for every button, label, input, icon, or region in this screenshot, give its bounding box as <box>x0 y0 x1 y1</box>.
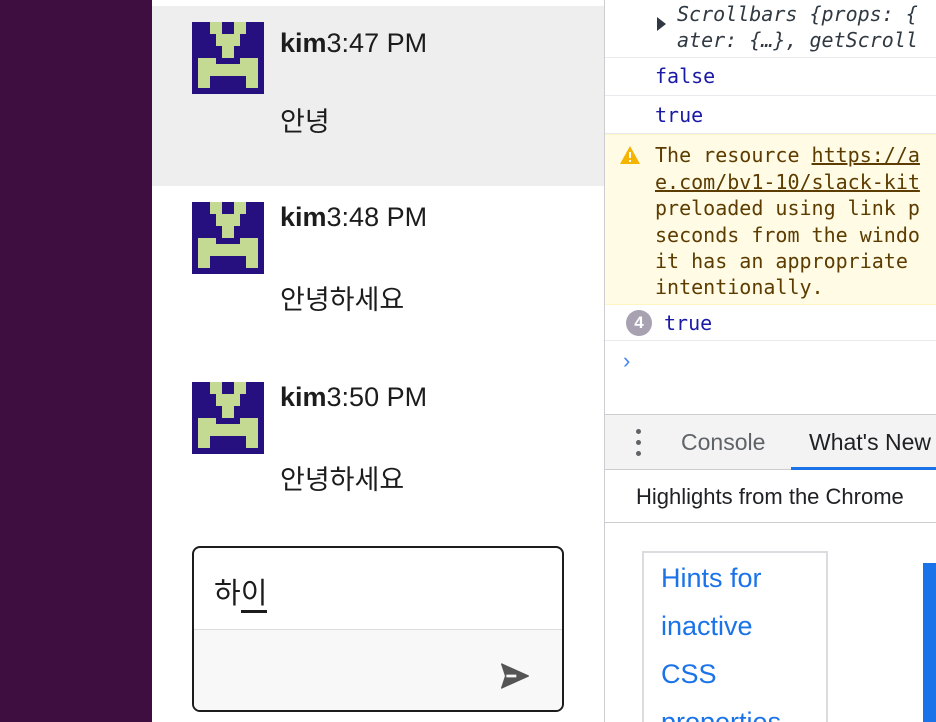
identicon-image <box>192 202 264 274</box>
composer-committed-text: 하 <box>214 578 241 610</box>
feature-card-title-line[interactable]: inactive <box>661 611 753 642</box>
devtools-panel: Scrollbars {props: { ater: {…}, getScrol… <box>604 0 936 722</box>
message-text: 안녕하세요 <box>280 465 405 495</box>
console-log-row: 4 true <box>605 305 936 341</box>
composer-input[interactable]: 하이 <box>214 570 268 613</box>
warning-icon <box>620 146 640 164</box>
highlights-title: Highlights from the Chrome <box>636 484 904 509</box>
console-log-row: true <box>605 96 936 134</box>
message-item[interactable]: kim3:47 PM 안녕 <box>152 6 604 186</box>
tab-console[interactable]: Console <box>681 415 765 470</box>
message-pane: kim3:47 PM 안녕 kim3:48 PM 안녕하세요 kim3:50 P… <box>152 0 604 722</box>
console-object-row[interactable]: Scrollbars {props: { ater: {…}, getScrol… <box>605 0 936 58</box>
console-object-preview-cont: ater: {…}, getScroll <box>677 28 918 52</box>
workspace-sidebar <box>0 0 152 722</box>
console-value: true <box>664 311 713 335</box>
composer-toolbar <box>194 629 562 710</box>
message-composer[interactable]: 하이 <box>192 546 564 712</box>
feature-card-title-line[interactable]: CSS <box>661 659 717 690</box>
warning-text-line: The resource https://a <box>655 143 920 167</box>
warning-text-line: it has an appropriate <box>655 249 908 273</box>
message-header: kim3:47 PM <box>280 28 427 59</box>
warning-resource-link-cont[interactable]: e.com/bv1-10/slack-kit <box>655 170 920 194</box>
user-avatar[interactable] <box>192 22 264 94</box>
console-value: false <box>655 64 716 88</box>
message-timestamp[interactable]: 3:47 PM <box>327 28 428 58</box>
more-options-icon[interactable] <box>633 429 643 459</box>
warning-text-line: intentionally. <box>655 275 824 299</box>
message-timestamp[interactable]: 3:50 PM <box>327 382 428 412</box>
feature-thumbnail-image <box>923 563 936 722</box>
message-item[interactable]: kim3:50 PM 안녕하세요 <box>152 366 604 546</box>
message-text: 안녕 <box>280 107 330 137</box>
message-header: kim3:50 PM <box>280 382 427 413</box>
tab-whats-new[interactable]: What's New <box>791 415 936 470</box>
message-timestamp[interactable]: 3:48 PM <box>327 202 428 232</box>
author-name[interactable]: kim <box>280 382 327 412</box>
warning-text-line: seconds from the windo <box>655 223 920 247</box>
message-text: 안녕하세요 <box>280 285 405 315</box>
message-header: kim3:48 PM <box>280 202 427 233</box>
author-name[interactable]: kim <box>280 28 327 58</box>
feature-card-title-line[interactable]: properties <box>661 707 781 722</box>
user-avatar[interactable] <box>192 382 264 454</box>
drawer-tabbar: Console What's New <box>605 414 936 470</box>
repeat-count-badge: 4 <box>626 310 652 336</box>
feature-card[interactable]: Hints for inactive CSS properties <box>642 551 828 722</box>
console-warning-row: The resource https://a e.com/bv1-10/slac… <box>605 134 936 305</box>
console-prompt-icon[interactable]: › <box>623 348 630 374</box>
console-log-row: false <box>605 58 936 96</box>
message-item[interactable]: kim3:48 PM 안녕하세요 <box>152 186 604 366</box>
feature-card-title-line[interactable]: Hints for <box>661 563 762 594</box>
user-avatar[interactable] <box>192 202 264 274</box>
author-name[interactable]: kim <box>280 202 327 232</box>
send-button[interactable] <box>498 660 532 692</box>
identicon-image <box>192 22 264 94</box>
console-value: true <box>655 103 704 127</box>
console-object-preview: Scrollbars {props: { <box>677 2 918 26</box>
expand-triangle-icon[interactable] <box>657 17 666 31</box>
whats-new-header: Highlights from the Chrome <box>605 470 936 523</box>
warning-prefix: The resource <box>655 143 812 167</box>
composer-composing-text: 이 <box>240 578 268 613</box>
warning-text-line: preloaded using link p <box>655 196 920 220</box>
warning-resource-link[interactable]: https://a <box>812 143 920 167</box>
identicon-image <box>192 382 264 454</box>
send-icon <box>501 663 529 689</box>
